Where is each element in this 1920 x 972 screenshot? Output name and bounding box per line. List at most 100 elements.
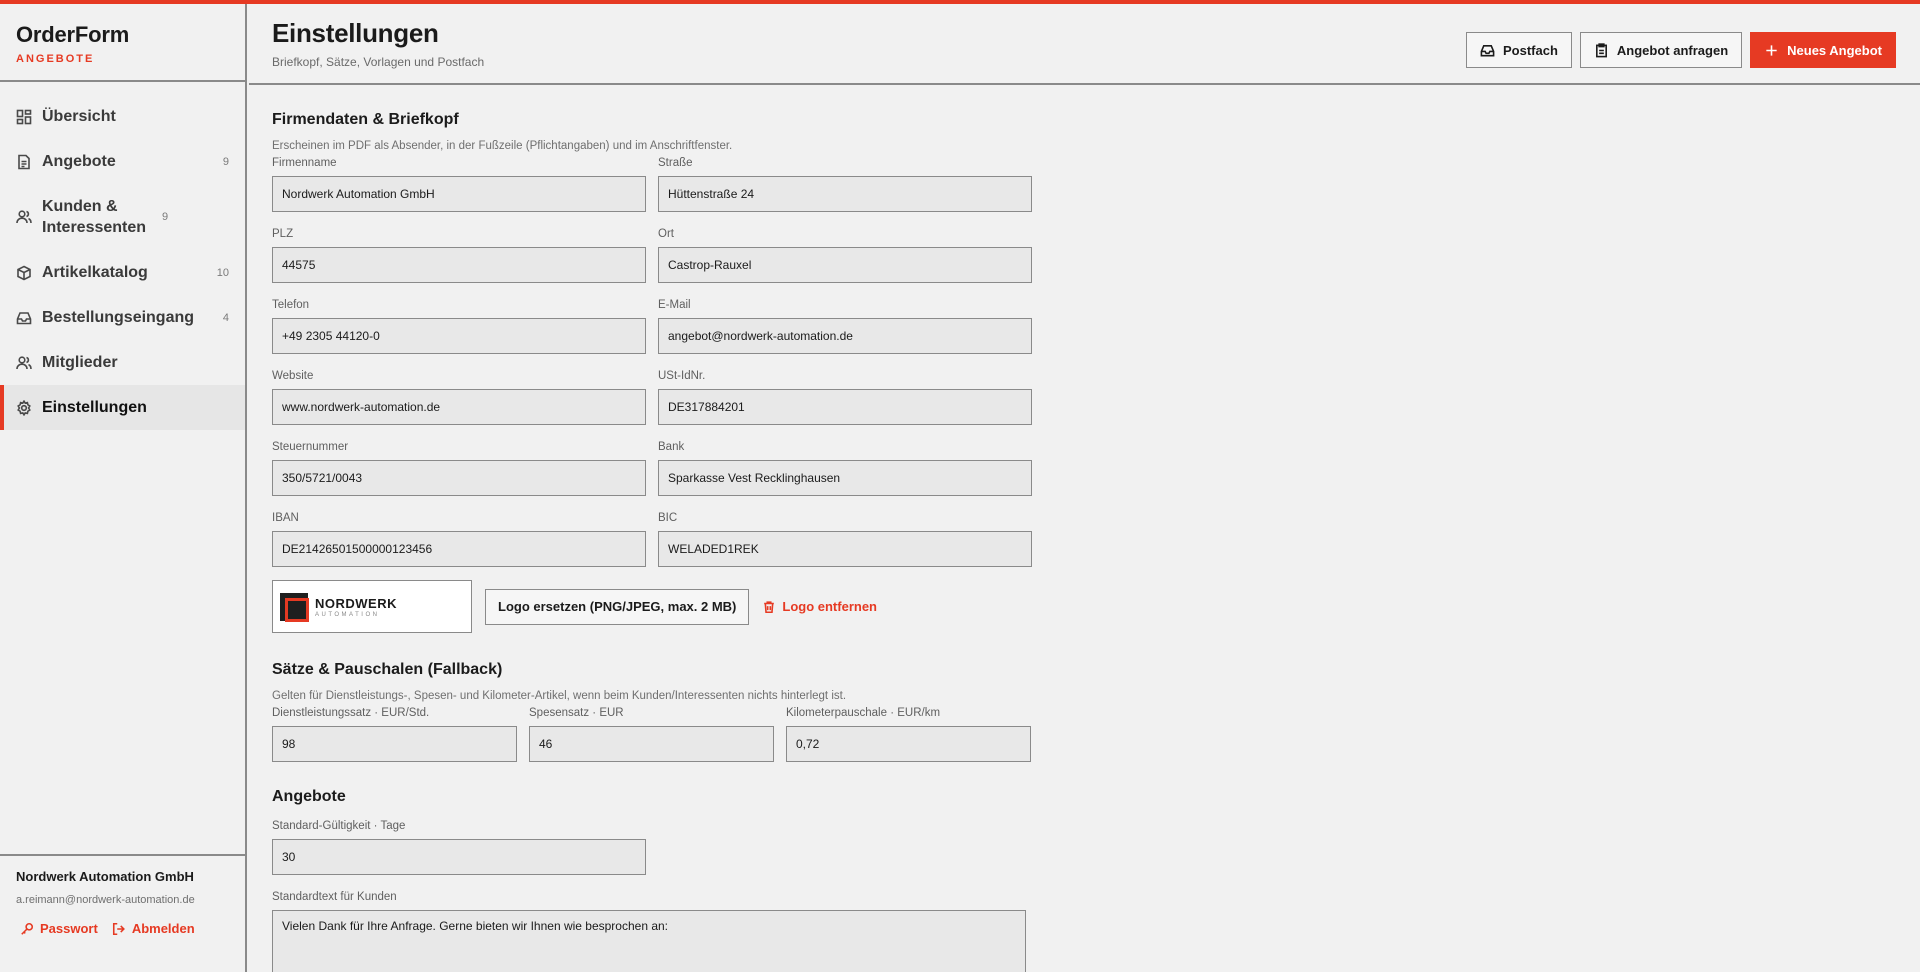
kilometerpauschale-input[interactable] [786, 726, 1031, 762]
rates-section: Sätze & Pauschalen (Fallback) Gelten für… [272, 661, 1036, 762]
logout-icon [112, 922, 125, 935]
document-icon [16, 154, 32, 170]
bic-input[interactable] [658, 531, 1032, 567]
field-label: Kilometerpauschale · EUR/km [786, 707, 941, 719]
bank-input[interactable] [658, 460, 1032, 496]
company-fields: Telefon E-Mail [272, 297, 1036, 354]
sidebar-footer: Nordwerk Automation GmbH a.reimann@nordw… [0, 854, 245, 972]
strasse-input[interactable] [658, 176, 1032, 212]
field-telefon: Telefon [272, 297, 646, 354]
field-plz: PLZ [272, 226, 646, 283]
key-icon [21, 922, 34, 935]
field-label: Steuernummer [272, 441, 349, 453]
logo-preview: NORDWERK AUTOMATION [272, 580, 472, 633]
field-label: Standard-Gültigkeit · Tage [272, 820, 406, 832]
field-label: USt-IdNr. [658, 370, 706, 382]
sidebar-item-label: Angebote [42, 153, 116, 170]
field-label: Website [272, 370, 314, 382]
field-email: E-Mail [658, 297, 1032, 354]
field-label: Ort [658, 228, 674, 240]
sidebar-item-count: 10 [216, 266, 229, 279]
new-offer-button[interactable]: Neues Angebot [1750, 32, 1896, 68]
sidebar-item-count: 9 [162, 211, 169, 223]
sidebar-item-uebersicht[interactable]: Übersicht [0, 94, 245, 139]
offers-section-title: Angebote [272, 788, 346, 805]
postfach-button[interactable]: Postfach [1466, 32, 1572, 68]
sidebar-item-count: 4 [222, 311, 229, 324]
gear-icon [16, 399, 32, 416]
company-fields: PLZ Ort [272, 226, 1036, 283]
field-bank: Bank [658, 439, 1032, 496]
field-firmenname: Firmenname [272, 155, 646, 212]
sidebar-item-label: Kunden & Interessenten [42, 198, 147, 236]
password-link[interactable]: Passwort [20, 921, 98, 936]
settings-content: Firmendaten & Briefkopf Erscheinen im PD… [249, 85, 1059, 972]
field-website: Website [272, 368, 646, 425]
field-label: Firmenname [272, 157, 337, 169]
sidebar-item-label: Artikelkatalog [42, 264, 148, 281]
main-area: Einstellungen Briefkopf, Sätze, Vorlagen… [249, 4, 1920, 972]
iban-input[interactable] [272, 531, 646, 567]
sidebar-item-einstellungen[interactable]: Einstellungen [0, 385, 245, 430]
company-fields: Website USt-IdNr. [272, 368, 1036, 425]
field-ustid: USt-IdNr. [658, 368, 1032, 425]
sidebar-item-count: 9 [222, 155, 229, 168]
website-input[interactable] [272, 389, 646, 425]
sidebar-item-kunden[interactable]: Kunden & Interessenten 9 [0, 184, 245, 250]
sidebar-item-artikelkatalog[interactable]: Artikelkatalog 10 [0, 250, 245, 295]
field-kilometerpauschale: Kilometerpauschale · EUR/km [786, 705, 1031, 762]
footer-email: a.reimann@nordwerk-automation.de [16, 894, 195, 906]
logout-label: Abmelden [131, 921, 195, 936]
company-section-desc: Erscheinen im PDF als Absender, in der F… [272, 140, 733, 152]
plz-input[interactable] [272, 247, 646, 283]
dienstleistungssatz-input[interactable] [272, 726, 517, 762]
ustid-input[interactable] [658, 389, 1032, 425]
spesensatz-input[interactable] [529, 726, 774, 762]
remove-logo-button[interactable]: Logo entfernen [762, 599, 877, 614]
request-offer-button[interactable]: Angebot anfragen [1579, 32, 1743, 68]
request-offer-label: Angebot anfragen [1616, 42, 1729, 58]
steuernummer-input[interactable] [272, 460, 646, 496]
sidebar-item-label: Übersicht [42, 108, 116, 125]
field-default-text: Standardtext für Kunden Vielen Dank für … [272, 889, 1036, 972]
brand: OrderForm ANGEBOTE [0, 4, 245, 82]
sidebar-item-angebote[interactable]: Angebote 9 [0, 139, 245, 184]
field-strasse: Straße [658, 155, 1032, 212]
firmenname-input[interactable] [272, 176, 646, 212]
ort-input[interactable] [658, 247, 1032, 283]
telefon-input[interactable] [272, 318, 646, 354]
default-text-textarea[interactable]: Vielen Dank für Ihre Anfrage. Gerne biet… [272, 910, 1026, 972]
offers-section: Angebote Standard-Gültigkeit · Tage Stan… [272, 788, 1036, 972]
logo-row: NORDWERK AUTOMATION Logo ersetzen (PNG/J… [272, 580, 1036, 633]
sidebar-item-bestellungseingang[interactable]: Bestellungseingang 4 [0, 295, 245, 340]
sidebar-item-label: Bestellungseingang [42, 309, 195, 326]
sidebar-item-mitglieder[interactable]: Mitglieder [0, 340, 245, 385]
logo-sub: AUTOMATION [315, 611, 380, 618]
sidebar-item-label: Einstellungen [42, 399, 147, 416]
replace-logo-button[interactable]: Logo ersetzen (PNG/JPEG, max. 2 MB) [485, 588, 750, 625]
logo-mark-icon [280, 592, 309, 622]
field-label: Dienstleistungssatz · EUR/Std. [272, 707, 430, 719]
field-dienstleistungssatz: Dienstleistungssatz · EUR/Std. [272, 705, 517, 762]
field-label: Standardtext für Kunden [272, 891, 397, 903]
trash-icon [764, 600, 775, 613]
rates-section-title: Sätze & Pauschalen (Fallback) [272, 661, 503, 678]
brand-subtitle: ANGEBOTE [16, 53, 95, 65]
plus-icon [1766, 44, 1777, 56]
logo-name: NORDWERK [315, 595, 397, 611]
dashboard-icon [16, 109, 32, 125]
users-icon [16, 355, 32, 371]
validity-input[interactable] [272, 839, 646, 875]
remove-logo-label: Logo entfernen [782, 599, 877, 614]
footer-company: Nordwerk Automation GmbH [16, 869, 194, 884]
field-label: Telefon [272, 299, 310, 311]
email-input[interactable] [658, 318, 1032, 354]
field-iban: IBAN [272, 510, 646, 567]
inbox-icon [16, 310, 32, 326]
postfach-label: Postfach [1503, 42, 1558, 58]
field-label: Bank [658, 441, 685, 453]
company-fields: Firmenname Straße [272, 155, 1036, 212]
company-section-title: Firmendaten & Briefkopf [272, 111, 459, 128]
logout-link[interactable]: Abmelden [112, 921, 195, 936]
footer-actions: Passwort Abmelden [16, 921, 229, 936]
